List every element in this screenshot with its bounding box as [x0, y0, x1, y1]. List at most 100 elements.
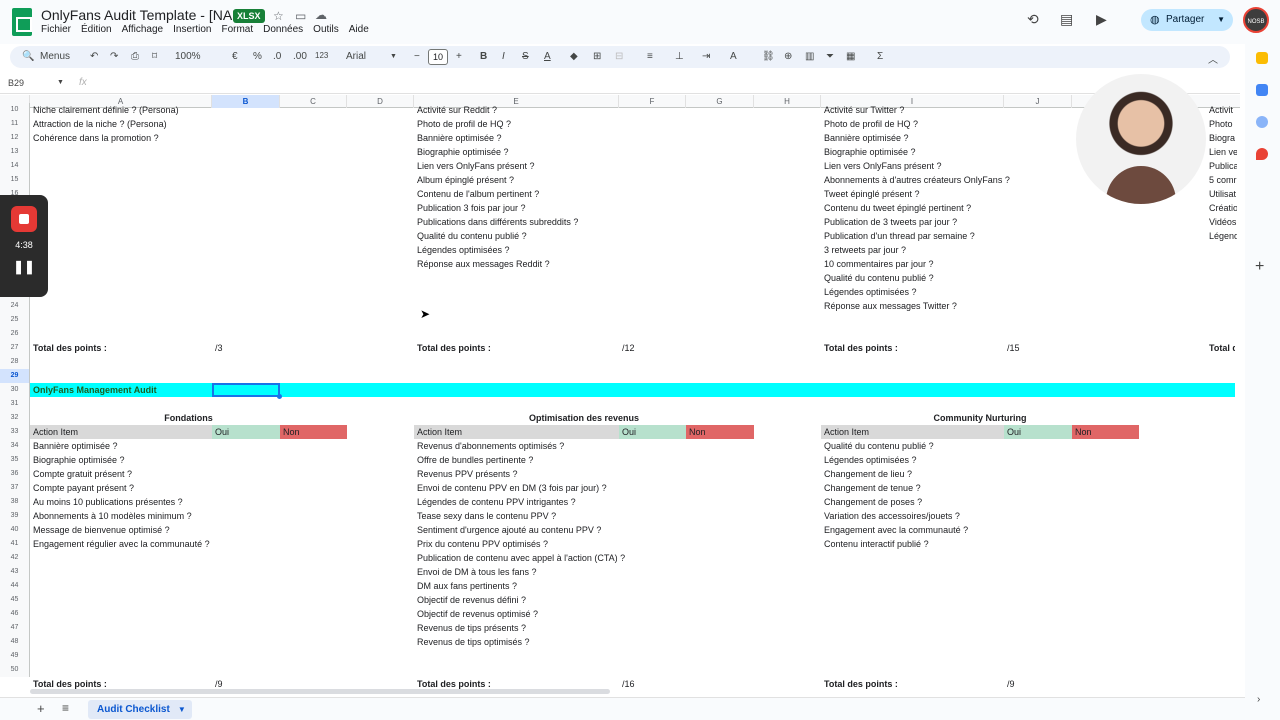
name-box-chevron-icon[interactable]: ▼	[57, 79, 64, 86]
row-header-49[interactable]: 49	[0, 649, 30, 663]
top-total-f[interactable]: /12	[622, 341, 635, 355]
italic-icon[interactable]: I	[502, 51, 505, 62]
font-size-input[interactable]: 10	[428, 49, 448, 65]
increase-decimal-button[interactable]: .00	[293, 51, 307, 62]
col-e-cell[interactable]: Réponse aux messages Reddit ?	[417, 257, 550, 271]
revenus-item-cell[interactable]: Prix du contenu PPV optimisés ?	[417, 537, 548, 551]
row-header-24[interactable]: 24	[0, 299, 30, 313]
menu-fichier[interactable]: Fichier	[41, 24, 71, 35]
menu-outils[interactable]: Outils	[313, 24, 339, 35]
col-k-cell[interactable]: 5 comr	[1209, 173, 1237, 187]
row-header-15[interactable]: 15	[0, 173, 30, 187]
community-item-cell[interactable]: Variation des accessoires/jouets ?	[824, 509, 960, 523]
row-header-27[interactable]: 27	[0, 341, 30, 355]
top-total-label-a[interactable]: Total des points :	[33, 341, 107, 355]
revenus-oui-header[interactable]: Oui	[622, 425, 636, 439]
all-sheets-icon[interactable]: ≡	[62, 701, 69, 715]
column-header-b[interactable]: B	[212, 95, 280, 108]
row-header-31[interactable]: 31	[0, 397, 30, 411]
revenus-item-cell[interactable]: Tease sexy dans le contenu PPV ?	[417, 509, 556, 523]
revenus-item-cell[interactable]: Revenus PPV présents ?	[417, 467, 518, 481]
font-select[interactable]: Arial	[346, 51, 366, 62]
row-header-41[interactable]: 41	[0, 537, 30, 551]
filter-icon[interactable]: ⏷	[826, 51, 834, 62]
row-header-45[interactable]: 45	[0, 593, 30, 607]
revenus-item-cell[interactable]: Revenus d'abonnements optimisés ?	[417, 439, 564, 453]
horizontal-scrollbar[interactable]	[30, 689, 610, 694]
row-header-25[interactable]: 25	[0, 313, 30, 327]
col-i-cell[interactable]: Activité sur Twitter ?	[824, 103, 904, 117]
fill-color-icon[interactable]: ◆	[570, 51, 578, 62]
row-header-38[interactable]: 38	[0, 495, 30, 509]
filter-views-icon[interactable]: ▦	[846, 51, 855, 62]
number-format-button[interactable]: 123	[315, 51, 328, 60]
row-header-11[interactable]: 11	[0, 117, 30, 131]
keep-icon[interactable]	[1256, 52, 1268, 64]
fondations-oui-header[interactable]: Oui	[215, 425, 229, 439]
row-header-39[interactable]: 39	[0, 509, 30, 523]
column-header-f[interactable]: F	[619, 95, 686, 108]
community-oui-header[interactable]: Oui	[1007, 425, 1021, 439]
row-header-43[interactable]: 43	[0, 565, 30, 579]
row-header-29[interactable]: 29	[0, 369, 30, 383]
print-icon[interactable]: ⎙	[131, 51, 139, 62]
fondations-item-cell[interactable]: Biographie optimisée ?	[33, 453, 125, 467]
community-action-item-header[interactable]: Action Item	[824, 425, 869, 439]
revenus-non-header[interactable]: Non	[689, 425, 706, 439]
chevron-down-icon[interactable]: ▼	[178, 700, 186, 719]
col-i-cell[interactable]: Légendes optimisées ?	[824, 285, 917, 299]
col-i-cell[interactable]: 3 retweets par jour ?	[824, 243, 906, 257]
col-e-cell[interactable]: Contenu de l'album pertinent ?	[417, 187, 539, 201]
top-total-b[interactable]: /3	[215, 341, 223, 355]
column-header-d[interactable]: D	[347, 95, 414, 108]
menu-edition[interactable]: Édition	[81, 24, 112, 35]
revenus-item-cell[interactable]: Envoi de DM à tous les fans ?	[417, 565, 537, 579]
row-header-35[interactable]: 35	[0, 453, 30, 467]
col-e-cell[interactable]: Bannière optimisée ?	[417, 131, 502, 145]
pause-icon[interactable]: ❚❚	[0, 259, 48, 275]
font-size-decrease-button[interactable]: −	[414, 51, 420, 62]
col-k-cell[interactable]: Activit	[1209, 103, 1237, 117]
align-left-icon[interactable]: ≡	[647, 51, 653, 62]
revenus-item-cell[interactable]: Revenus de tips optimisés ?	[417, 635, 530, 649]
top-total-label-e[interactable]: Total des points :	[417, 341, 491, 355]
col-i-cell[interactable]: Abonnements à d'autres créateurs OnlyFan…	[824, 173, 1010, 187]
fondations-item-cell[interactable]: Compte payant présent ?	[33, 481, 134, 495]
cloud-status-icon[interactable]: ☁	[315, 8, 327, 22]
chart-icon[interactable]: ▥	[805, 51, 814, 62]
section-title[interactable]: OnlyFans Management Audit	[33, 383, 157, 397]
revenus-item-cell[interactable]: Envoi de contenu PPV en DM (3 fois par j…	[417, 481, 607, 495]
move-folder-icon[interactable]: ▭	[295, 9, 306, 23]
community-item-cell[interactable]: Contenu interactif publié ?	[824, 537, 929, 551]
row-header-37[interactable]: 37	[0, 481, 30, 495]
undo-icon[interactable]: ↶	[90, 51, 98, 62]
col-e-cell[interactable]: Lien vers OnlyFans présent ?	[417, 159, 535, 173]
meet-icon[interactable]: ▶	[1096, 11, 1107, 28]
col-e-cell[interactable]: Légendes optimisées ?	[417, 243, 510, 257]
community-item-cell[interactable]: Engagement avec la communauté ?	[824, 523, 968, 537]
col-e-cell[interactable]: Qualité du contenu publié ?	[417, 229, 527, 243]
font-select-chevron-icon[interactable]: ▼	[390, 53, 397, 60]
col-k-cell[interactable]: Publica	[1209, 159, 1237, 173]
col-k-cell[interactable]: Photo	[1209, 117, 1237, 131]
chevron-down-icon[interactable]: ▼	[1217, 9, 1225, 31]
col-i-cell[interactable]: Tweet épinglé présent ?	[824, 187, 920, 201]
community-item-cell[interactable]: Qualité du contenu publié ?	[824, 439, 934, 453]
functions-icon[interactable]: Σ	[877, 51, 883, 62]
row-header-46[interactable]: 46	[0, 607, 30, 621]
row-header-44[interactable]: 44	[0, 579, 30, 593]
tasks-icon[interactable]	[1256, 84, 1268, 96]
column-header-j[interactable]: J	[1004, 95, 1072, 108]
column-header-h[interactable]: H	[754, 95, 821, 108]
fondations-item-cell[interactable]: Bannière optimisée ?	[33, 439, 118, 453]
col-k-cell[interactable]: Lien ve	[1209, 145, 1237, 159]
col-k-cell[interactable]: Vidéos	[1209, 215, 1237, 229]
community-item-cell[interactable]: Changement de tenue ?	[824, 481, 921, 495]
revenus-item-cell[interactable]: Sentiment d'urgence ajouté au contenu PP…	[417, 523, 601, 537]
document-title[interactable]: OnlyFans Audit Template - [NAME]	[41, 7, 257, 23]
community-title[interactable]: Community Nurturing	[821, 411, 1139, 425]
col-a-cell[interactable]: Attraction de la niche ? (Persona)	[33, 117, 167, 131]
revenus-item-cell[interactable]: DM aux fans pertinents ?	[417, 579, 517, 593]
top-total-label-k[interactable]: Total d	[1209, 341, 1235, 355]
row-header-48[interactable]: 48	[0, 635, 30, 649]
